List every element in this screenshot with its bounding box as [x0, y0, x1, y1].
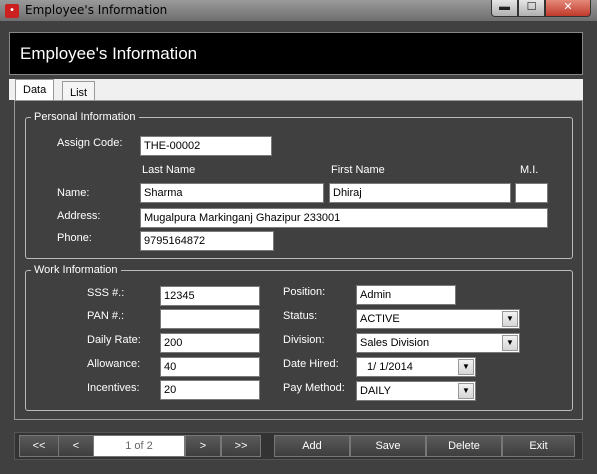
assign-code-label: Assign Code: [57, 137, 123, 149]
previous-record-button[interactable]: < [58, 435, 94, 457]
data-panel: Personal Information Assign Code: THE-00… [14, 100, 583, 420]
sss-label: SSS #.: [87, 287, 125, 299]
status-select[interactable]: ACTIVE ▼ [356, 309, 520, 329]
allowance-field[interactable]: 40 [160, 357, 260, 377]
personal-info-legend: Personal Information [34, 111, 136, 123]
page-title: Employee's Information [20, 44, 198, 63]
page-header: Employee's Information [9, 32, 583, 75]
window-title: Employee's Information [25, 3, 168, 17]
chevron-down-icon[interactable]: ▼ [458, 359, 474, 375]
daily-rate-label: Daily Rate: [87, 334, 141, 346]
first-record-button[interactable]: << [19, 435, 59, 457]
pan-field[interactable] [160, 309, 260, 329]
next-record-button[interactable]: > [185, 435, 221, 457]
assign-code-field[interactable]: THE-00002 [140, 136, 272, 156]
last-name-header: Last Name [142, 164, 196, 176]
position-field[interactable]: Admin [356, 285, 456, 305]
position-label: Position: [283, 286, 326, 298]
address-field[interactable]: Mugalpura Markinganj Ghazipur 233001 [140, 208, 548, 228]
incentives-field[interactable]: 20 [160, 380, 260, 400]
date-hired-picker[interactable]: 1/ 1/2014 ▼ [356, 357, 476, 377]
app-icon: • [5, 4, 19, 18]
phone-label: Phone: [57, 232, 92, 244]
daily-rate-field[interactable]: 200 [160, 333, 260, 353]
employee-window: • Employee's Information ▬ ☐ ✕ Employee'… [0, 0, 597, 474]
division-label: Division: [283, 334, 325, 346]
allowance-label: Allowance: [87, 358, 141, 370]
first-name-field[interactable]: Dhiraj [329, 183, 511, 203]
phone-field[interactable]: 9795164872 [140, 231, 274, 251]
pay-method-label: Pay Method: [283, 382, 345, 394]
add-button[interactable]: Add [274, 435, 350, 457]
tab-strip: Data List [9, 79, 583, 100]
mi-field[interactable] [515, 183, 548, 203]
pan-label: PAN #.: [87, 310, 125, 322]
save-button[interactable]: Save [350, 435, 426, 457]
chevron-down-icon[interactable]: ▼ [502, 335, 518, 351]
sss-field[interactable]: 12345 [160, 286, 260, 306]
division-value: Sales Division [360, 337, 430, 349]
close-button[interactable]: ✕ [545, 0, 591, 17]
chevron-down-icon[interactable]: ▼ [502, 311, 518, 327]
pay-method-select[interactable]: DAILY ▼ [356, 381, 476, 401]
page-indicator: 1 of 2 [93, 435, 185, 457]
date-hired-value: 1/ 1/2014 [367, 361, 413, 373]
work-info-legend: Work Information [34, 264, 118, 276]
incentives-label: Incentives: [87, 382, 140, 394]
last-name-field[interactable]: Sharma [140, 183, 324, 203]
address-label: Address: [57, 210, 101, 222]
maximize-button[interactable]: ☐ [518, 0, 545, 17]
date-hired-label: Date Hired: [283, 358, 339, 370]
minimize-button[interactable]: ▬ [491, 0, 518, 17]
first-name-header: First Name [331, 164, 385, 176]
chevron-down-icon[interactable]: ▼ [458, 383, 474, 399]
name-label: Name: [57, 187, 90, 199]
division-select[interactable]: Sales Division ▼ [356, 333, 520, 353]
pay-method-value: DAILY [360, 385, 391, 397]
exit-button[interactable]: Exit [502, 435, 575, 457]
tab-data[interactable]: Data [15, 79, 55, 100]
status-value: ACTIVE [360, 313, 400, 325]
last-record-button[interactable]: >> [221, 435, 261, 457]
delete-button[interactable]: Delete [426, 435, 502, 457]
tab-list[interactable]: List [62, 81, 96, 100]
title-bar: • Employee's Information ▬ ☐ ✕ [0, 0, 597, 21]
status-label: Status: [283, 310, 318, 322]
mi-header: M.I. [520, 164, 539, 176]
